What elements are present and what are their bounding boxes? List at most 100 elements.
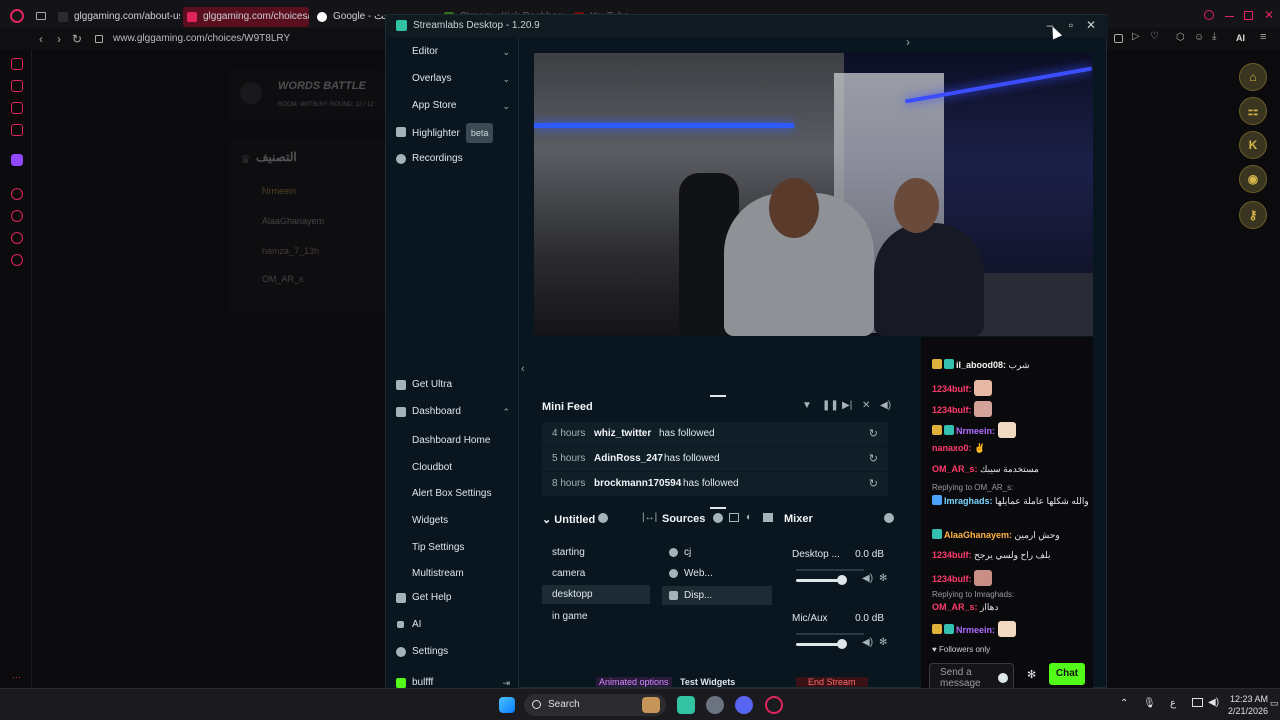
discord-icon[interactable]: ◉ [1239,165,1267,193]
sidebar-more-icon[interactable]: ⋯ [12,672,21,683]
volume-slider-handle[interactable] [837,639,847,649]
settings-gear-icon[interactable] [11,254,23,266]
twitch-icon[interactable] [11,154,23,166]
filter-icon[interactable]: ▼ [802,400,812,411]
add-folder-icon[interactable] [729,513,739,522]
source-item-selected[interactable]: Disp... [662,586,772,605]
scene-item-selected[interactable]: desktopp [542,585,650,604]
mute-alerts-icon[interactable]: ✕ [862,400,870,411]
folder-icon[interactable] [763,513,773,522]
source-item[interactable]: Web... [662,564,772,583]
footer-animated-options[interactable]: Animated options [596,677,672,687]
back-icon[interactable]: ‹ [34,32,48,46]
nav-highlighter[interactable]: Highlighter beta [394,123,514,143]
gamepad-icon[interactable]: ⚏ [1239,97,1267,125]
shield-icon[interactable] [1114,34,1123,43]
microphone-icon[interactable]: 🎙 [1143,698,1156,709]
scene-item[interactable]: starting [542,543,650,562]
discord-taskbar-icon[interactable] [735,696,753,714]
download-icon[interactable]: ⤓ [1212,31,1216,42]
nav-dashboard[interactable]: Dashboard ⌃ [394,403,514,421]
sidebar-icon-3[interactable] [11,102,23,114]
nav-alert-box-settings[interactable]: Alert Box Settings [412,488,491,499]
heart-icon[interactable]: ♡ [1150,31,1159,42]
volume-icon[interactable]: ◀) [880,400,891,411]
windows-start-icon[interactable] [499,697,515,713]
nav-ai[interactable]: AI [394,616,514,634]
test-widgets-button[interactable]: Test Widgets [680,677,735,687]
scene-transition-icon[interactable]: |↔| [642,512,657,523]
replay-icon[interactable]: ↻ [869,452,878,465]
mixer-settings-icon[interactable] [884,513,894,523]
add-scene-icon[interactable] [598,513,608,523]
nav-multistream[interactable]: Multistream [412,568,464,579]
mute-icon[interactable]: ◀) [862,573,873,584]
menu-icon[interactable]: ≡ [1260,31,1266,43]
pause-icon[interactable]: ❚❚ [822,400,839,411]
taskbar-search[interactable]: Search [524,694,666,716]
home-icon[interactable]: ⌂ [1239,63,1267,91]
nav-settings[interactable]: Settings [394,643,514,661]
key-icon[interactable]: ⚷ [1239,201,1267,229]
sidebar-icon-4[interactable] [11,124,23,136]
channel-settings-icon[interactable]: ✻ [879,637,887,648]
opera-taskbar-icon[interactable] [765,696,783,714]
add-source-icon[interactable] [713,513,723,523]
nav-recordings[interactable]: Recordings [394,150,514,168]
k-button[interactable]: K [1239,131,1267,159]
play-icon[interactable]: ▷ [1132,31,1140,42]
nav-app-store[interactable]: App Store ⌄ [394,97,514,115]
volume-slider[interactable] [796,579,841,582]
sidebar-icon-5[interactable] [11,188,23,200]
collapse-nav-icon[interactable]: ‹ [521,363,525,375]
nav-overlays[interactable]: Overlays ⌄ [394,70,514,88]
notification-icon[interactable]: ▭ [1270,698,1279,709]
skip-icon[interactable]: ▶| [842,400,852,411]
volume-slider-handle[interactable] [837,575,847,585]
stream-preview[interactable] [534,53,1093,336]
streamlabs-taskbar-icon[interactable] [677,696,695,714]
nav-get-ultra[interactable]: Get Ultra [394,376,514,394]
scene-collection-title[interactable]: ⌄ Untitled [542,513,595,526]
url-input[interactable]: www.glggaming.com/choices/W9T8LRY [113,33,290,44]
browser-close-icon[interactable]: ✕ [1264,8,1274,22]
clock[interactable]: 12:23 AM 2/21/2026 [1228,693,1268,717]
input-language[interactable]: ع [1170,698,1176,709]
history-icon[interactable] [11,210,23,222]
volume-icon[interactable]: ◀) [1208,697,1219,708]
sidebar-icon-2[interactable] [11,80,23,92]
channel-settings-icon[interactable]: ✻ [879,573,887,584]
nav-editor[interactable]: Editor ⌄ [394,43,514,61]
source-item[interactable]: cj [662,543,772,562]
replay-icon[interactable]: ↻ [869,477,878,490]
scene-item[interactable]: camera [542,564,650,583]
audio-source-icon[interactable]: ◐ [746,512,752,523]
forward-icon[interactable]: › [52,32,66,46]
extensions-icon[interactable]: ⬡ [1176,32,1185,43]
scene-item[interactable]: in game [542,607,650,626]
replay-icon[interactable]: ↻ [869,427,878,440]
end-stream-button[interactable]: End Stream [796,677,868,687]
browser-maximize-icon[interactable] [1244,11,1253,20]
profile-icon[interactable]: ☺ [1194,32,1204,43]
opera-icon[interactable] [10,9,24,23]
nav-widgets[interactable]: Widgets [412,515,448,526]
sidebar-icon-6[interactable] [11,232,23,244]
chevron-right-icon[interactable]: › [906,35,910,49]
emoji-icon[interactable] [998,673,1008,683]
mute-icon[interactable]: ◀) [862,637,873,648]
nav-cloudbot[interactable]: Cloudbot [412,462,452,473]
ai-button[interactable]: AI [1236,33,1245,43]
tab-choices[interactable]: glggaming.com/choices/V [183,7,309,27]
browser-minimize-icon[interactable] [1225,16,1234,17]
volume-slider[interactable] [796,643,841,646]
chat-settings-icon[interactable]: ✻ [1027,668,1036,681]
browser-search-icon[interactable] [1204,10,1214,20]
nav-get-help[interactable]: Get Help [394,589,514,607]
reload-icon[interactable]: ↻ [70,32,84,46]
close-icon[interactable]: ✕ [1083,18,1099,32]
tray-chevron-icon[interactable]: ⌃ [1120,698,1128,709]
send-chat-button[interactable]: Chat [1049,663,1085,685]
settings-taskbar-icon[interactable] [706,696,724,714]
tab-menu-icon[interactable] [36,12,46,20]
